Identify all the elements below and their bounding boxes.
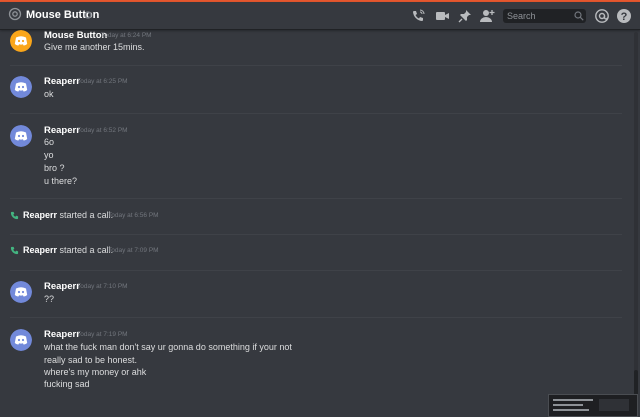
message-text: Give me another 15mins. bbox=[44, 42, 145, 52]
message-author[interactable]: Reaperr bbox=[44, 329, 80, 340]
avatar[interactable] bbox=[10, 30, 32, 52]
message-text: 6o bbox=[44, 137, 55, 147]
thumbnail-line bbox=[553, 404, 583, 406]
call-text: started a call. bbox=[59, 210, 114, 220]
phone-icon bbox=[10, 211, 19, 220]
message-divider bbox=[10, 234, 622, 235]
call-actor[interactable]: Reaperr bbox=[23, 245, 57, 255]
message-text: fucking sad bbox=[44, 379, 90, 389]
help-icon[interactable]: ? bbox=[616, 8, 632, 24]
screenshot-thumbnail[interactable] bbox=[548, 394, 638, 417]
search-input[interactable] bbox=[507, 10, 571, 22]
pin-icon[interactable] bbox=[457, 8, 473, 24]
message-text: u there? bbox=[44, 176, 78, 186]
message-author[interactable]: Reaperr bbox=[44, 125, 80, 136]
message-divider bbox=[10, 113, 622, 114]
status-icon bbox=[84, 11, 92, 19]
message-author[interactable]: Mouse Button bbox=[44, 30, 107, 41]
message-divider bbox=[10, 198, 622, 199]
message-author[interactable]: Reaperr bbox=[44, 281, 80, 292]
avatar[interactable] bbox=[10, 281, 32, 303]
add-friend-icon[interactable] bbox=[479, 8, 495, 24]
message-timestamp: Today at 7:19 PM bbox=[77, 331, 128, 338]
avatar[interactable] bbox=[10, 76, 32, 98]
system-message-call: Reaperr started a call. Today at 6:56 PM bbox=[10, 210, 310, 222]
message-text: ok bbox=[44, 89, 54, 99]
search-box[interactable] bbox=[503, 9, 586, 23]
message-timestamp: Today at 7:10 PM bbox=[77, 283, 128, 290]
call-actor[interactable]: Reaperr bbox=[23, 210, 57, 220]
at-icon bbox=[8, 7, 22, 21]
system-message-text: Reaperr started a call. bbox=[23, 210, 113, 220]
message-text: what the fuck man don't say ur gonna do … bbox=[44, 342, 292, 352]
svg-text:?: ? bbox=[621, 11, 628, 23]
message-timestamp: Today at 6:56 PM bbox=[108, 212, 159, 219]
start-video-call-icon[interactable] bbox=[434, 8, 450, 24]
message-text: bro ? bbox=[44, 163, 65, 173]
call-text: started a call. bbox=[59, 245, 114, 255]
message-timestamp: Today at 6:24 PM bbox=[101, 32, 152, 39]
scrollbar-track[interactable] bbox=[634, 32, 638, 412]
message-list: Mouse Button Today at 6:24 PM Give me an… bbox=[0, 30, 640, 415]
message-author[interactable]: Reaperr bbox=[44, 76, 80, 87]
phone-icon bbox=[10, 246, 19, 255]
message-timestamp: Today at 6:52 PM bbox=[77, 127, 128, 134]
system-message-text: Reaperr started a call. bbox=[23, 245, 113, 255]
channel-header: Mouse Button ? bbox=[0, 2, 640, 30]
thumbnail-line bbox=[553, 399, 593, 401]
avatar[interactable] bbox=[10, 125, 32, 147]
message-timestamp: Today at 6:25 PM bbox=[77, 78, 128, 85]
search-icon[interactable] bbox=[574, 11, 584, 21]
message-text: yo bbox=[44, 150, 54, 160]
message-divider bbox=[10, 270, 622, 271]
thumbnail-line bbox=[553, 409, 589, 411]
system-message-call: Reaperr started a call. Today at 7:09 PM bbox=[10, 245, 310, 257]
message-timestamp: Today at 7:09 PM bbox=[108, 247, 159, 254]
start-voice-call-icon[interactable] bbox=[410, 8, 426, 24]
message-text: where's my money or ahk bbox=[44, 367, 147, 377]
message-text: ?? bbox=[44, 294, 55, 304]
message-text: really sad to be honest. bbox=[44, 355, 138, 365]
thumbnail-block bbox=[599, 399, 629, 411]
avatar[interactable] bbox=[10, 329, 32, 351]
message-divider bbox=[10, 65, 622, 66]
mentions-icon[interactable] bbox=[594, 8, 610, 24]
message-divider bbox=[10, 317, 622, 318]
